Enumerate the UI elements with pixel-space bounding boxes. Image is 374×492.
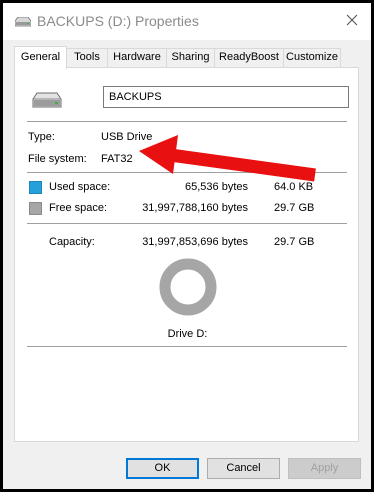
cancel-button[interactable]: Cancel	[207, 458, 280, 479]
usb-drive-icon	[32, 92, 62, 111]
tab-readyboost[interactable]: ReadyBoost	[214, 48, 284, 67]
type-label: Type:	[28, 131, 55, 143]
tab-tools[interactable]: Tools	[66, 48, 108, 67]
capacity-bytes: 31,997,853,696 bytes	[142, 236, 248, 248]
free-space-swatch	[29, 202, 42, 215]
file-system-label: File system:	[28, 153, 87, 165]
divider	[27, 223, 347, 224]
free-space-size: 29.7 GB	[274, 202, 315, 214]
drive-caption: Drive D:	[167, 328, 208, 340]
close-icon	[346, 14, 358, 29]
tab-hardware[interactable]: Hardware	[107, 48, 167, 67]
general-panel: Type: USB Drive File system: FAT32 Used …	[14, 67, 359, 442]
tab-customize[interactable]: Customize	[283, 48, 341, 67]
apply-button[interactable]: Apply	[288, 458, 361, 479]
title-bar: BACKUPS (D:) Properties	[3, 3, 371, 40]
capacity-size: 29.7 GB	[274, 236, 315, 248]
type-value: USB Drive	[101, 131, 153, 143]
tab-strip: General Tools Hardware Sharing ReadyBoos…	[14, 46, 344, 69]
used-space-swatch	[29, 181, 42, 194]
close-button[interactable]	[337, 7, 367, 35]
window-title: BACKUPS (D:) Properties	[37, 13, 199, 29]
divider	[27, 172, 347, 173]
tab-sharing[interactable]: Sharing	[166, 48, 215, 67]
divider	[27, 121, 347, 122]
drive-icon	[14, 16, 32, 30]
properties-window: BACKUPS (D:) Properties General Tools Ha…	[3, 3, 371, 489]
file-system-value: FAT32	[101, 153, 133, 165]
used-space-bytes: 65,536 bytes	[185, 181, 248, 193]
ok-button[interactable]: OK	[126, 458, 199, 479]
used-space-size: 64.0 KB	[274, 181, 314, 193]
capacity-label: Capacity:	[49, 236, 95, 248]
tab-general[interactable]: General	[14, 46, 67, 69]
free-space-ring	[159, 258, 217, 316]
free-space-bytes: 31,997,788,160 bytes	[142, 202, 248, 214]
used-space-label: Used space:	[49, 181, 111, 193]
usage-donut-chart	[159, 258, 217, 316]
divider	[27, 346, 347, 347]
free-space-label: Free space:	[49, 202, 108, 214]
drive-name-field[interactable]	[103, 86, 349, 108]
